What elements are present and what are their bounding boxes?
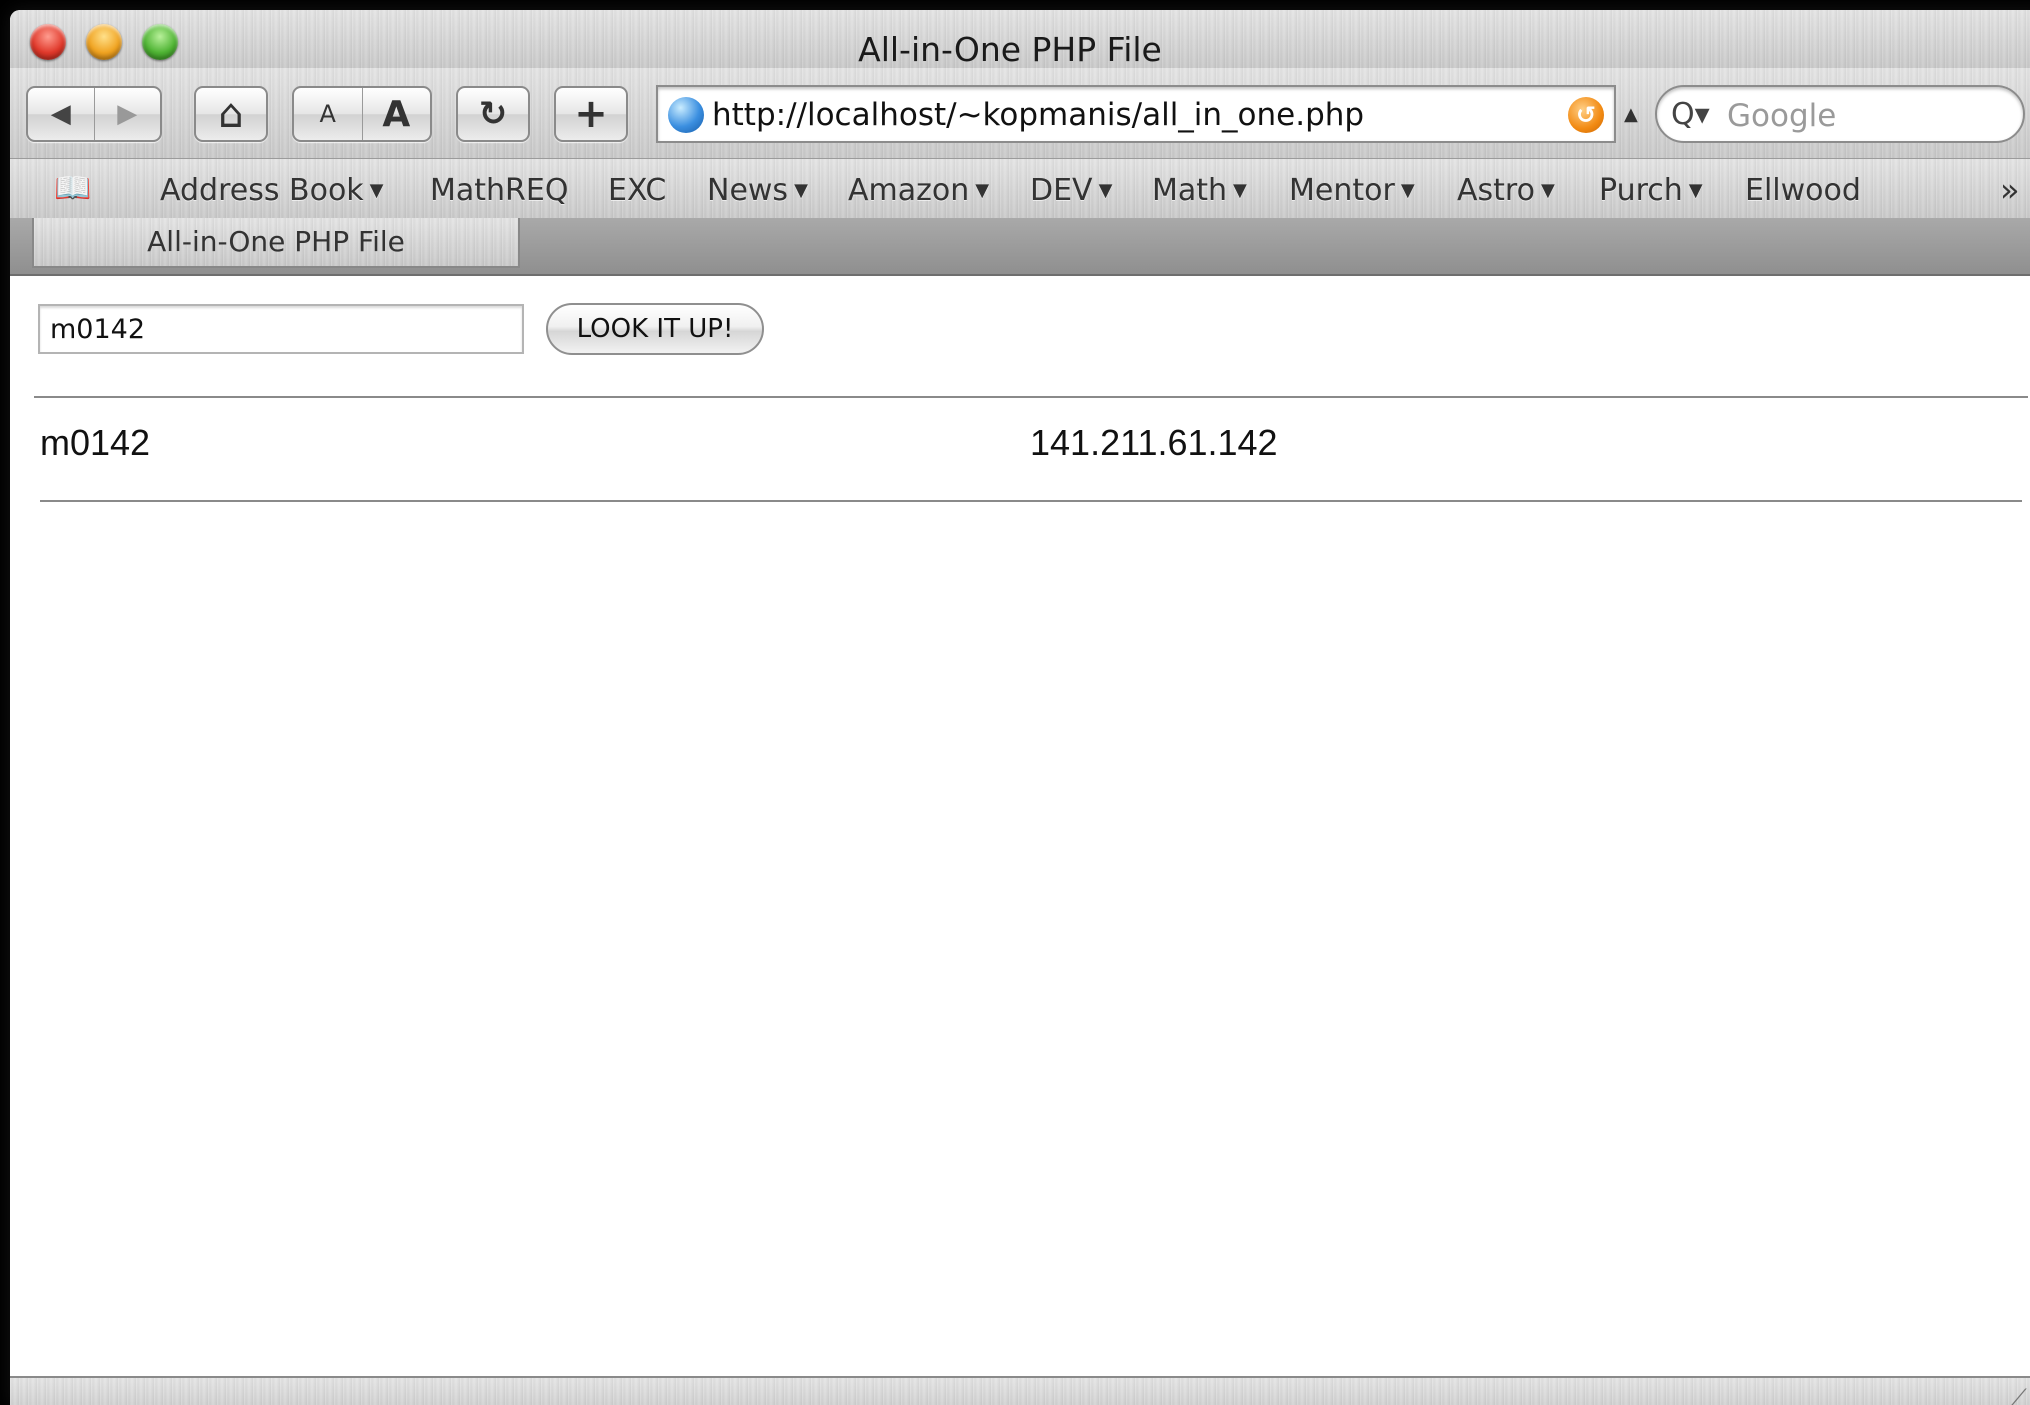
status-bar: ⟋ <box>10 1376 2030 1405</box>
url-history-icon[interactable]: ▲ <box>1624 104 1638 125</box>
text-size-buttons: A A <box>292 86 432 142</box>
chevron-down-icon: ▼ <box>1098 180 1113 201</box>
forward-arrow-icon: ▶ <box>117 99 138 129</box>
toolbar: ◀ ▶ ⌂ A A ↻ + http://localhost/~kopmanis… <box>10 68 2030 158</box>
bookmark-label: Astro <box>1457 173 1535 208</box>
title-bar[interactable]: All-in-One PHP File <box>10 10 2030 69</box>
search-field[interactable]: Q▾ Google <box>1655 85 2025 143</box>
divider-bottom <box>40 500 2022 502</box>
bookmark-purch[interactable]: Purch ▼ <box>1599 173 1703 208</box>
chevron-down-icon: ▼ <box>369 180 384 201</box>
bookmark-label: Amazon <box>848 173 970 208</box>
bookmark-address-book[interactable]: Address Book ▼ <box>160 173 384 208</box>
text-bigger-button[interactable]: A <box>363 88 431 140</box>
chevron-down-icon: ▼ <box>794 180 808 201</box>
result-hostname: m0142 <box>40 422 151 463</box>
book-icon[interactable]: 📖 <box>54 171 91 206</box>
bookmark-ellwood[interactable]: Ellwood <box>1745 173 1861 208</box>
home-button[interactable]: ⌂ <box>194 86 268 142</box>
chevron-down-icon: ▼ <box>1540 180 1555 201</box>
browser-window: All-in-One PHP File ◀ ▶ ⌂ A A ↻ + http:/… <box>10 10 2030 1405</box>
more-bookmarks-icon[interactable]: » <box>2000 171 2020 209</box>
back-button[interactable]: ◀ <box>28 88 94 140</box>
bookmark-news[interactable]: News ▼ <box>707 173 808 208</box>
bookmark-label: Address Book <box>160 173 364 208</box>
chevron-down-icon: ▼ <box>1400 180 1415 201</box>
bookmark-label: Ellwood <box>1745 173 1861 208</box>
chevron-down-icon: ▼ <box>1233 180 1247 201</box>
address-bar[interactable]: http://localhost/~kopmanis/all_in_one.ph… <box>656 85 1616 143</box>
chevron-down-icon: ▼ <box>975 180 990 201</box>
tab-all-in-one[interactable]: All-in-One PHP File <box>32 218 520 268</box>
bookmark-amazon[interactable]: Amazon ▼ <box>848 173 989 208</box>
bookmark-label: Math <box>1152 173 1228 208</box>
bookmark-math[interactable]: Math ▼ <box>1152 173 1247 208</box>
text-smaller-button[interactable]: A <box>294 88 362 140</box>
bookmark-label: DEV <box>1030 173 1093 208</box>
search-icon[interactable]: Q▾ <box>1671 97 1710 132</box>
back-forward-buttons: ◀ ▶ <box>26 86 162 142</box>
reload-button[interactable]: ↻ <box>456 86 530 142</box>
chevron-down-icon: ▼ <box>1688 180 1703 201</box>
globe-icon <box>668 97 704 133</box>
bookmark-mentor[interactable]: Mentor ▼ <box>1289 173 1415 208</box>
back-arrow-icon: ◀ <box>50 99 71 129</box>
reload-icon: ↻ <box>478 94 508 134</box>
url-text[interactable]: http://localhost/~kopmanis/all_in_one.ph… <box>712 97 1364 133</box>
hostname-input[interactable] <box>38 304 524 354</box>
bookmarks-bar: 📖 Address Book ▼ MathREQ EXC News ▼ Amazon ▼ DEV… <box>10 158 2030 219</box>
bookmark-label: Purch <box>1599 173 1683 208</box>
bookmark-mathreq[interactable]: MathREQ <box>430 173 568 208</box>
bookmark-label: MathREQ <box>430 173 569 208</box>
forward-button[interactable]: ▶ <box>95 88 161 140</box>
plus-icon: + <box>574 91 608 137</box>
window-title: All-in-One PHP File <box>858 30 1162 69</box>
snapback-icon[interactable]: ↺ <box>1568 97 1604 133</box>
search-placeholder: Google <box>1727 98 1837 134</box>
text-bigger-label: A <box>382 93 411 135</box>
page-content: LOOK IT UP! m0142 141.211.61.142 <box>10 276 2030 1376</box>
home-icon: ⌂ <box>218 91 244 137</box>
bookmark-label: EXC <box>608 173 667 208</box>
bookmark-astro[interactable]: Astro ▼ <box>1457 173 1555 208</box>
divider-top <box>34 396 2028 398</box>
resize-grip-icon[interactable]: ⟋ <box>2010 1384 2027 1405</box>
text-smaller-label: A <box>319 100 336 128</box>
bookmark-label: Mentor <box>1289 173 1395 208</box>
bookmark-exc[interactable]: EXC <box>608 173 666 208</box>
look-it-up-button[interactable]: LOOK IT UP! <box>546 303 764 355</box>
bookmark-label: News <box>707 173 789 208</box>
bookmark-dev[interactable]: DEV ▼ <box>1030 173 1112 208</box>
tab-bar: All-in-One PHP File <box>10 218 2030 276</box>
add-bookmark-button[interactable]: + <box>554 86 628 142</box>
result-ip-address: 141.211.61.142 <box>1030 422 1278 463</box>
